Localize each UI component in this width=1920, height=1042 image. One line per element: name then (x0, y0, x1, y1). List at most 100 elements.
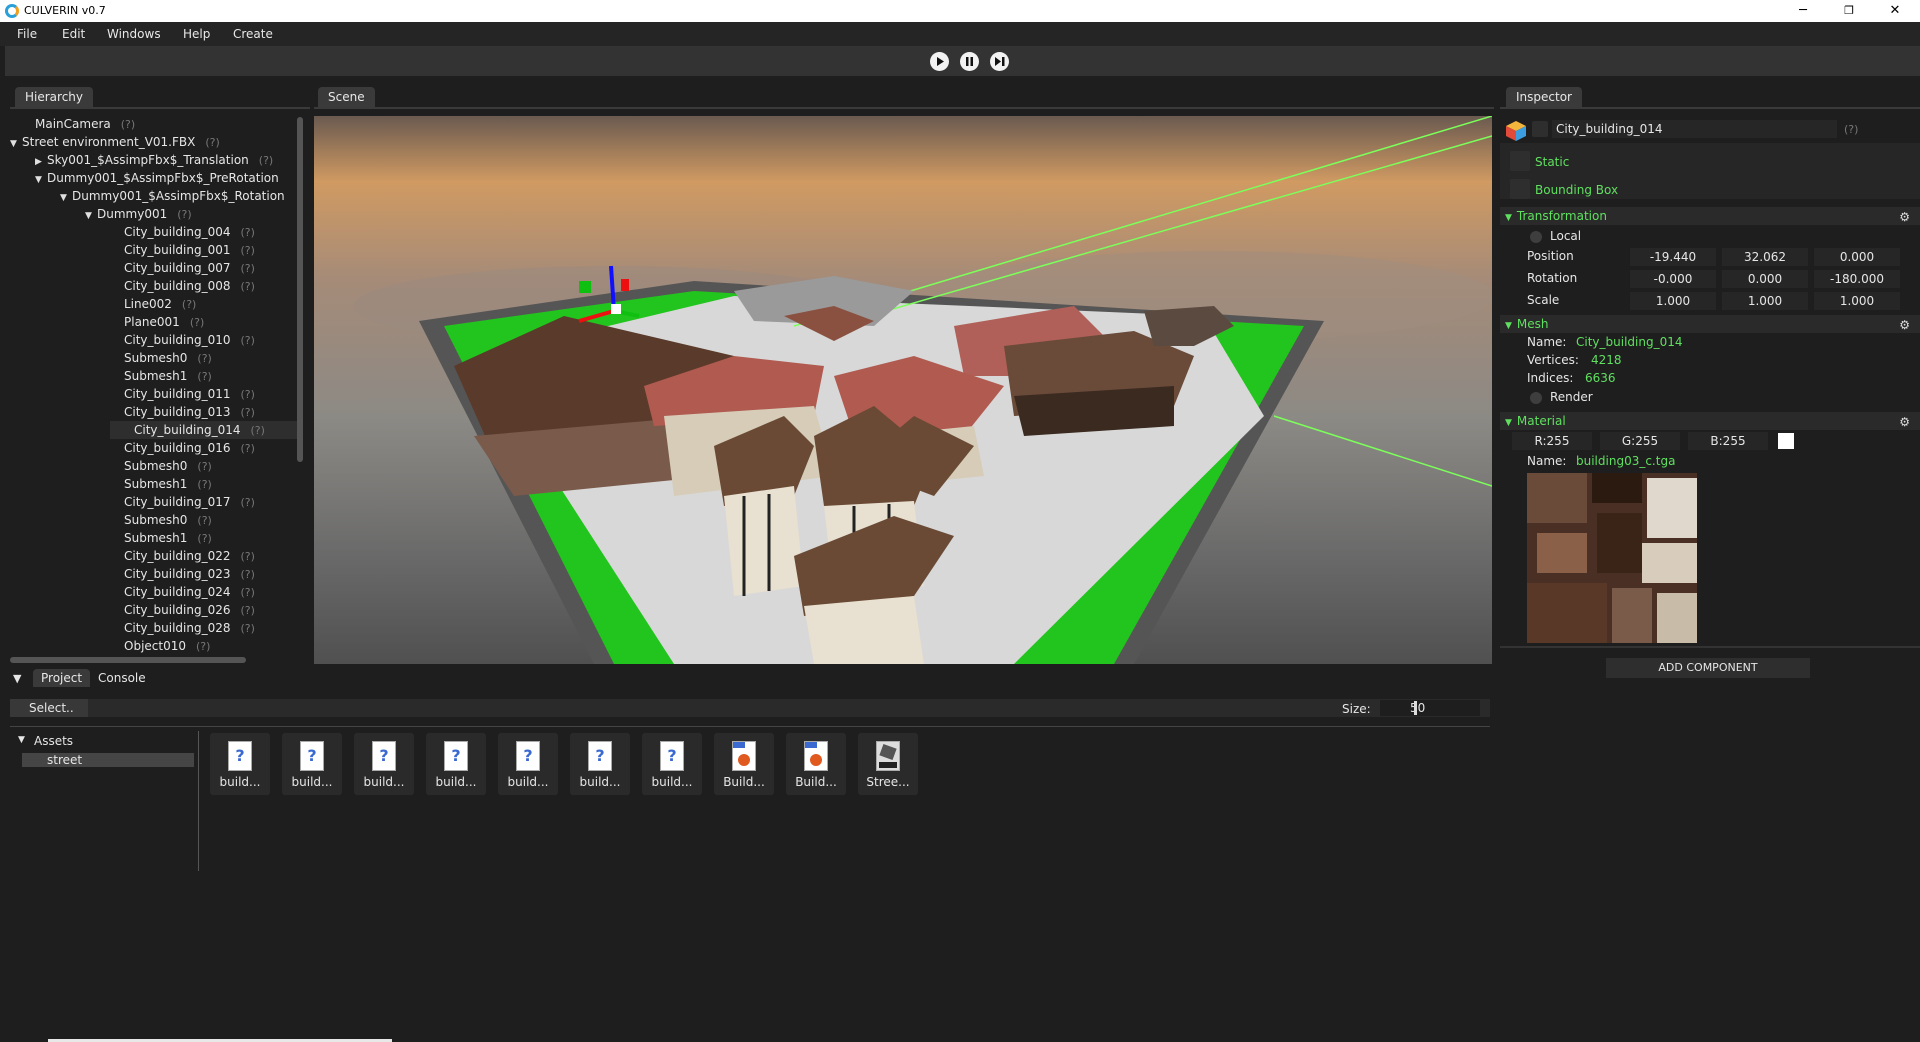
hierarchy-item[interactable]: City_building_001 (?) (124, 241, 255, 259)
expand-down-icon[interactable]: ▼ (35, 171, 47, 189)
hierarchy-item-help[interactable]: (?) (241, 388, 255, 401)
gizmo-center-handle[interactable] (611, 304, 621, 314)
object-help[interactable]: (?) (1844, 123, 1858, 136)
hierarchy-item[interactable]: City_building_004 (?) (124, 223, 255, 241)
hierarchy-item-help[interactable]: (?) (241, 496, 255, 509)
asset-tile[interactable]: ? build... (426, 733, 486, 795)
hierarchy-item[interactable]: City_building_008 (?) (124, 277, 255, 295)
asset-tile[interactable]: ? build... (282, 733, 342, 795)
gizmo-plane-handle[interactable] (621, 279, 629, 291)
menu-help[interactable]: Help (183, 27, 210, 41)
hierarchy-item[interactable]: City_building_011 (?) (124, 385, 255, 403)
hierarchy-item[interactable]: City_building_007 (?) (124, 259, 255, 277)
hierarchy-item[interactable]: City_building_013 (?) (124, 403, 255, 421)
hierarchy-item[interactable]: City_building_022 (?) (124, 547, 255, 565)
expand-down-icon[interactable]: ▼ (10, 135, 22, 153)
hierarchy-item-help[interactable]: (?) (241, 442, 255, 455)
color-swatch[interactable] (1778, 433, 1794, 449)
transformation-header[interactable]: ▼ Transformation ⚙ (1500, 207, 1920, 225)
size-slider-handle[interactable] (1414, 701, 1417, 715)
color-r-field[interactable]: R:255 (1512, 432, 1592, 450)
hierarchy-item[interactable]: City_building_010 (?) (124, 331, 255, 349)
scale-y-field[interactable]: 1.000 (1722, 292, 1808, 310)
tab-project[interactable]: Project (33, 669, 91, 687)
render-radio[interactable] (1530, 392, 1542, 404)
asset-tile[interactable]: ? build... (570, 733, 630, 795)
gear-icon[interactable]: ⚙ (1899, 208, 1910, 226)
hierarchy-item-help[interactable]: (?) (241, 244, 255, 257)
tab-hierarchy[interactable]: Hierarchy (15, 87, 94, 107)
position-z-field[interactable]: 0.000 (1814, 248, 1900, 266)
gear-icon[interactable]: ⚙ (1899, 316, 1910, 334)
play-button[interactable] (930, 52, 949, 71)
hierarchy-item-help[interactable]: (?) (177, 208, 191, 221)
hierarchy-scrollbar[interactable] (297, 117, 303, 462)
hierarchy-item-help[interactable]: (?) (190, 316, 204, 329)
hierarchy-item[interactable]: City_building_016 (?) (124, 439, 255, 457)
hierarchy-item[interactable]: ▼ Dummy001_$AssimpFbx$_Rotation (60, 187, 285, 205)
asset-tile[interactable]: Build... (786, 733, 846, 795)
size-slider[interactable]: 50 (1380, 700, 1480, 716)
panel-options-icon[interactable]: ▼ (13, 672, 21, 685)
tab-scene[interactable]: Scene (318, 87, 375, 107)
static-checkbox[interactable] (1510, 151, 1530, 171)
tree-street[interactable]: street (22, 753, 194, 767)
tab-inspector[interactable]: Inspector (1506, 87, 1582, 107)
hierarchy-item-help[interactable]: (?) (196, 640, 210, 653)
rotation-y-field[interactable]: 0.000 (1722, 270, 1808, 288)
active-checkbox[interactable] (1532, 121, 1548, 137)
hierarchy-item[interactable]: City_building_028 (?) (124, 619, 255, 637)
hierarchy-item-help[interactable]: (?) (241, 568, 255, 581)
position-x-field[interactable]: -19.440 (1630, 248, 1716, 266)
asset-tile[interactable]: ? build... (498, 733, 558, 795)
tab-console[interactable]: Console (98, 671, 146, 685)
pause-button[interactable] (960, 52, 979, 71)
hierarchy-item-help[interactable]: (?) (241, 622, 255, 635)
rotation-z-field[interactable]: -180.000 (1814, 270, 1900, 288)
scale-z-field[interactable]: 1.000 (1814, 292, 1900, 310)
hierarchy-item[interactable]: City_building_017 (?) (124, 493, 255, 511)
hierarchy-item-help[interactable]: (?) (241, 334, 255, 347)
hierarchy-item[interactable]: ▼ Dummy001 (?) (85, 205, 192, 223)
object-name-input[interactable]: City_building_014 (1552, 120, 1837, 138)
hierarchy-item[interactable]: City_building_024 (?) (124, 583, 255, 601)
hierarchy-item[interactable]: Submesh0 (?) (124, 457, 212, 475)
hierarchy-item[interactable]: City_building_026 (?) (124, 601, 255, 619)
hierarchy-item[interactable]: City_building_014 (?) (110, 421, 298, 439)
expand-down-icon[interactable]: ▼ (85, 207, 97, 225)
menu-create[interactable]: Create (233, 27, 273, 41)
hierarchy-item[interactable]: Submesh0 (?) (124, 511, 212, 529)
add-component-button[interactable]: ADD COMPONENT (1606, 658, 1810, 678)
select-button[interactable]: Select.. (10, 699, 88, 717)
scale-x-field[interactable]: 1.000 (1630, 292, 1716, 310)
scene-viewport[interactable] (314, 116, 1492, 664)
hierarchy-item-help[interactable]: (?) (197, 370, 211, 383)
hierarchy-item-help[interactable]: (?) (259, 154, 273, 167)
menu-edit[interactable]: Edit (62, 27, 85, 41)
hierarchy-item-help[interactable]: (?) (241, 262, 255, 275)
menu-windows[interactable]: Windows (107, 27, 161, 41)
gear-icon[interactable]: ⚙ (1899, 413, 1910, 431)
color-b-field[interactable]: B:255 (1688, 432, 1768, 450)
hierarchy-item-help[interactable]: (?) (241, 406, 255, 419)
tree-assets[interactable]: Assets (34, 734, 73, 748)
hierarchy-item-help[interactable]: (?) (241, 550, 255, 563)
maximize-button[interactable]: ❐ (1826, 0, 1872, 22)
hierarchy-item-help[interactable]: (?) (241, 586, 255, 599)
hierarchy-item[interactable]: Line002 (?) (124, 295, 196, 313)
hierarchy-item-help[interactable]: (?) (241, 226, 255, 239)
minimize-button[interactable]: ─ (1780, 0, 1826, 22)
close-button[interactable]: ✕ (1872, 0, 1918, 22)
hierarchy-horizontal-scrollbar[interactable] (10, 657, 246, 663)
hierarchy-item-help[interactable]: (?) (241, 280, 255, 293)
asset-tile[interactable]: ? build... (642, 733, 702, 795)
hierarchy-item-help[interactable]: (?) (205, 136, 219, 149)
assets-expand-icon[interactable]: ▼ (18, 735, 25, 745)
hierarchy-item[interactable]: Object010 (?) (124, 637, 210, 655)
hierarchy-item-help[interactable]: (?) (197, 352, 211, 365)
hierarchy-item-help[interactable]: (?) (197, 478, 211, 491)
color-g-field[interactable]: G:255 (1600, 432, 1680, 450)
hierarchy-item[interactable]: City_building_023 (?) (124, 565, 255, 583)
hierarchy-item-help[interactable]: (?) (121, 118, 135, 131)
asset-tile[interactable]: Build... (714, 733, 774, 795)
